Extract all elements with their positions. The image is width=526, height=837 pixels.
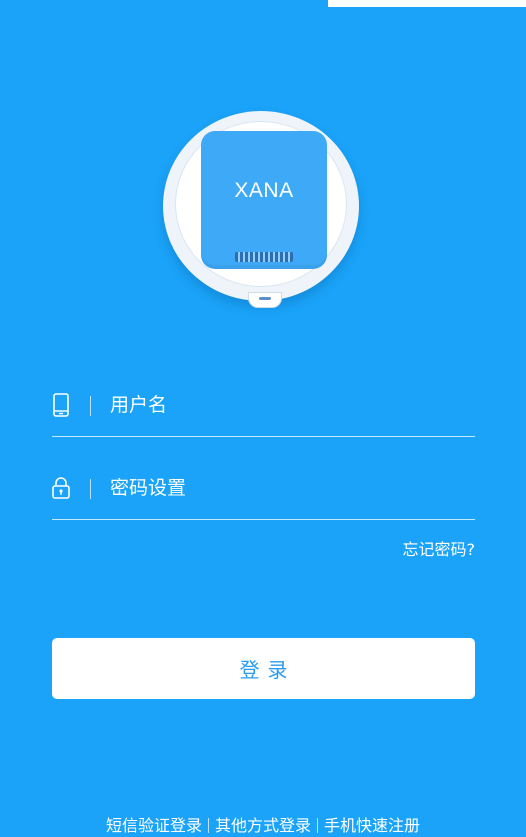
- footer-divider: [207, 818, 209, 833]
- device-vent: [235, 252, 293, 262]
- sms-login-link[interactable]: 短信验证登录: [106, 816, 202, 835]
- device-brand-label: XANA: [234, 179, 294, 202]
- username-input[interactable]: [110, 389, 460, 421]
- field-divider: [90, 396, 91, 416]
- password-field: [52, 468, 475, 520]
- status-bar-strip: [328, 0, 526, 7]
- device-bottom-tab: [248, 292, 282, 308]
- forgot-password-link[interactable]: 忘记密码?: [403, 536, 476, 560]
- login-button[interactable]: 登录: [52, 638, 475, 699]
- lock-icon: [52, 476, 70, 500]
- username-field: [52, 385, 475, 437]
- phone-icon: [52, 393, 70, 417]
- footer-divider: [317, 818, 318, 833]
- field-divider: [90, 479, 91, 499]
- field-underline: [52, 519, 475, 520]
- footer-links: 短信验证登录 其他方式登录 手机快速注册: [0, 812, 526, 836]
- quick-register-link[interactable]: 手机快速注册: [324, 816, 420, 835]
- device-face: XANA: [201, 131, 327, 269]
- device-tab-slot: [259, 297, 271, 300]
- other-login-link[interactable]: 其他方式登录: [215, 816, 311, 835]
- field-underline: [52, 436, 475, 437]
- password-input[interactable]: [110, 472, 460, 504]
- device-logo: XANA: [163, 111, 363, 311]
